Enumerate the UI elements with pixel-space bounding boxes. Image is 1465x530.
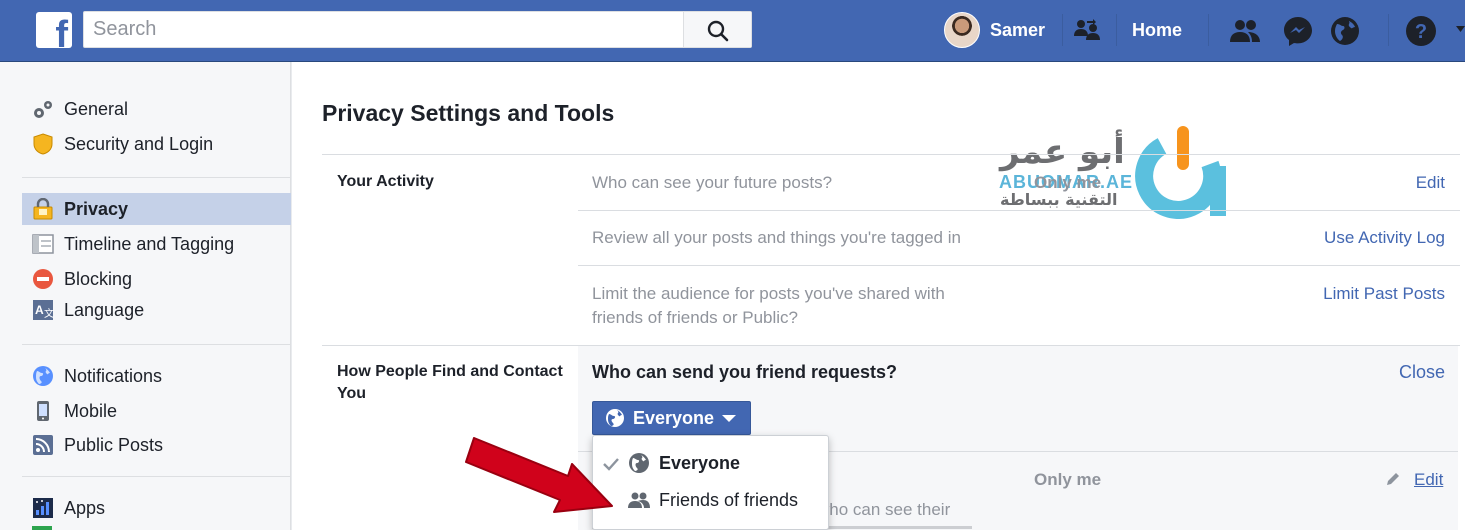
audience-selected-label: Everyone: [633, 407, 715, 428]
divider: [22, 476, 291, 477]
notifications-globe-icon[interactable]: [1328, 14, 1362, 48]
sidebar-item-label: Public Posts: [64, 434, 164, 455]
activity-log-link[interactable]: Use Activity Log: [1292, 228, 1445, 248]
find-friends-icon[interactable]: [1070, 14, 1104, 48]
divider: [1062, 14, 1063, 46]
rss-icon: [33, 435, 53, 455]
setting-value: Only me: [1034, 173, 1102, 192]
divider: [1388, 14, 1389, 46]
sidebar-item-language[interactable]: A 文 Language: [22, 294, 291, 326]
setting-question: Who can see your future posts?: [592, 173, 833, 192]
divider: [1116, 14, 1117, 46]
sidebar-item-label: Timeline and Tagging: [64, 233, 235, 254]
messenger-icon[interactable]: [1281, 14, 1315, 48]
friend-requests-icon[interactable]: [1228, 14, 1262, 48]
watermark-logo-icon: [1135, 126, 1226, 219]
search-input[interactable]: [84, 12, 684, 47]
red-arrow-annotation-icon: [465, 437, 613, 513]
sidebar-item-notifications[interactable]: Notifications: [22, 360, 291, 392]
sidebar-item-privacy[interactable]: Privacy: [22, 193, 291, 225]
gears-icon: [34, 101, 52, 118]
svg-text:文: 文: [44, 307, 54, 320]
search-bar: [83, 11, 752, 48]
search-button[interactable]: [683, 12, 751, 47]
sidebar-item-label: Mobile: [64, 400, 118, 421]
globe-icon: [33, 366, 53, 386]
setting-value: Only me: [1034, 470, 1102, 489]
menu-item-friends-of-friends[interactable]: Friends of friends: [593, 482, 828, 518]
mobile-icon: [37, 401, 49, 421]
svg-text:A: A: [35, 303, 44, 317]
language-icon: A 文: [33, 300, 54, 320]
sidebar-item-general[interactable]: General: [22, 93, 291, 125]
lock-icon: [33, 198, 53, 220]
globe-icon: [629, 453, 649, 473]
menu-item-label: Everyone: [659, 453, 741, 473]
close-link[interactable]: Close: [1399, 362, 1445, 383]
sidebar-item-security[interactable]: Security and Login: [22, 128, 291, 160]
sidebar-item-blocking[interactable]: Blocking: [22, 263, 291, 295]
caret-down-icon: [722, 414, 737, 422]
divider: [1208, 14, 1209, 46]
home-link[interactable]: Home: [1132, 20, 1182, 41]
timeline-icon: [32, 234, 54, 254]
settings-sidebar: General Security and Login Privacy Timel…: [0, 62, 291, 530]
facebook-logo[interactable]: f: [36, 12, 72, 48]
chevron-down-icon[interactable]: [1456, 26, 1465, 34]
sidebar-item-label: General: [64, 98, 129, 119]
divider: [22, 177, 291, 178]
divider: [578, 265, 1460, 266]
audience-dropdown-menu: Everyone Friends of friends: [592, 435, 829, 530]
watermark-arabic-name: أبو عمر: [1000, 132, 1125, 172]
divider: [22, 344, 291, 345]
divider: [322, 154, 1460, 155]
divider: [578, 210, 1460, 211]
sidebar-item-label: Apps: [64, 497, 106, 518]
profile-link[interactable]: Samer: [990, 20, 1045, 41]
sidebar-item-mobile[interactable]: Mobile: [22, 395, 291, 427]
setting-question: Who can send you friend requests?: [592, 362, 898, 382]
edit-link[interactable]: Edit: [1292, 173, 1445, 193]
sidebar-item-label: Notifications: [64, 365, 163, 386]
page-title: Privacy Settings and Tools: [322, 100, 615, 126]
setting-question: Limit the audience for posts you've shar…: [592, 284, 945, 327]
sidebar-item-timeline[interactable]: Timeline and Tagging: [22, 228, 291, 260]
pencil-icon: [1387, 473, 1399, 485]
svg-text:?: ?: [1415, 21, 1427, 43]
setting-question: Review all your posts and things you're …: [592, 228, 961, 247]
apps-icon: [33, 498, 53, 518]
friends-icon: [628, 492, 650, 508]
search-icon: [707, 20, 729, 42]
sidebar-item-public-posts[interactable]: Public Posts: [22, 429, 291, 461]
section-title-your-activity: Your Activity: [337, 173, 434, 190]
avatar[interactable]: [944, 12, 980, 48]
setting-description: who can see their: [817, 500, 951, 519]
section-title-find-contact: How People Find and Contact You: [337, 363, 563, 402]
shield-icon: [33, 133, 53, 155]
menu-item-label: Friends of friends: [659, 490, 799, 510]
sidebar-item-label: Language: [64, 299, 145, 320]
sidebar-item-label: Privacy: [64, 198, 129, 219]
top-navigation-bar: f Samer Home ?: [0, 0, 1465, 62]
sidebar-item-label: Security and Login: [64, 133, 214, 154]
sidebar-item-apps[interactable]: Apps: [22, 492, 291, 524]
block-icon: [33, 269, 53, 289]
menu-item-everyone[interactable]: Everyone: [593, 445, 828, 481]
sidebar-item-label: Blocking: [64, 268, 133, 289]
next-sidebar-icon: [32, 526, 52, 530]
help-icon[interactable]: ?: [1404, 14, 1438, 48]
limit-past-posts-link[interactable]: Limit Past Posts: [1272, 284, 1445, 304]
edit-link[interactable]: Edit: [1414, 470, 1443, 490]
